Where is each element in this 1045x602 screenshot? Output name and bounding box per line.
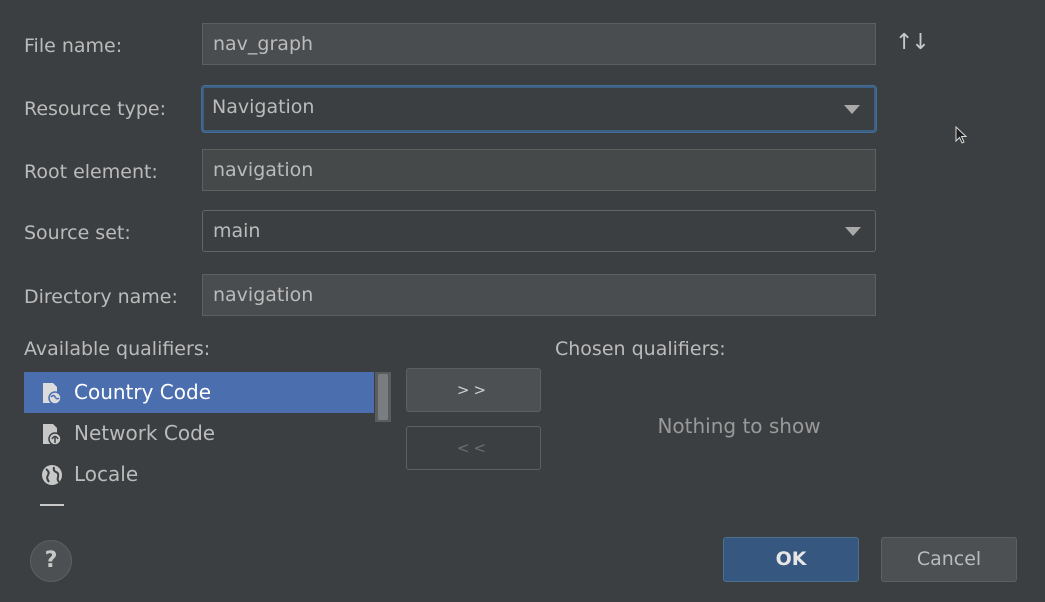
help-button[interactable]: ? — [30, 540, 72, 582]
directory-name-field[interactable]: navigation — [202, 274, 876, 316]
list-item-locale[interactable]: Locale — [24, 454, 392, 495]
network-code-icon — [43, 424, 62, 446]
source-set-label: Source set: — [24, 222, 131, 244]
globe-icon — [42, 465, 62, 485]
root-element-label: Root element: — [24, 161, 158, 183]
country-code-icon — [43, 383, 62, 405]
source-set-value: main — [213, 220, 261, 242]
chosen-qualifiers-label: Chosen qualifiers: — [555, 338, 726, 360]
qualifiers-scrollbar[interactable] — [375, 372, 391, 422]
mouse-cursor-icon — [955, 126, 967, 144]
resource-type-value: Navigation — [212, 96, 315, 118]
resource-type-dropdown[interactable]: Navigation — [202, 86, 876, 132]
file-name-label: File name: — [24, 35, 123, 57]
cancel-button[interactable]: Cancel — [881, 537, 1017, 582]
available-qualifiers-label: Available qualifiers: — [24, 338, 211, 360]
file-name-field[interactable]: nav_graph — [202, 23, 876, 65]
sort-arrows-icon[interactable]: ↑↓ — [895, 30, 930, 55]
root-element-field[interactable]: navigation — [202, 149, 876, 191]
list-item-country-code[interactable]: Country Code — [24, 372, 374, 413]
resource-type-label: Resource type: — [24, 98, 167, 120]
list-item-partial — [40, 504, 64, 506]
scrollbar-thumb[interactable] — [378, 374, 388, 420]
chevron-down-icon — [845, 227, 861, 236]
available-qualifiers-list[interactable]: Country Code Network Code Locale — [24, 372, 392, 510]
chosen-qualifiers-empty-text: Nothing to show — [657, 414, 821, 438]
ok-button[interactable]: OK — [723, 537, 859, 582]
source-set-dropdown[interactable]: main — [202, 210, 876, 252]
chevron-down-icon — [844, 105, 860, 114]
add-qualifier-button[interactable]: >> — [406, 368, 541, 412]
list-item-network-code[interactable]: Network Code — [24, 413, 392, 454]
remove-qualifier-button[interactable]: << — [406, 426, 541, 470]
directory-name-label: Directory name: — [24, 286, 178, 308]
